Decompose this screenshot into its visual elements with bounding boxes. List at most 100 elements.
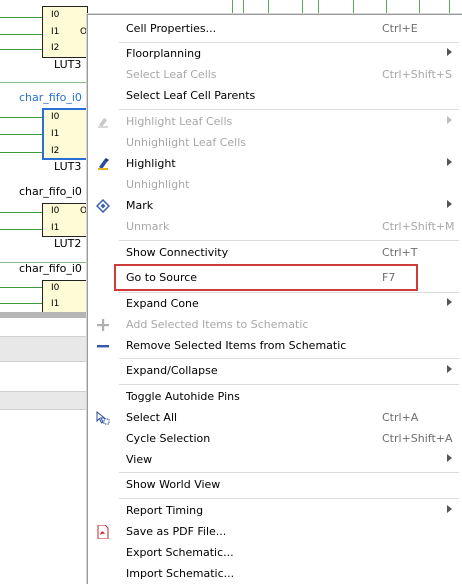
pin-label: I0 — [51, 112, 60, 122]
pin-label: I0 — [51, 206, 60, 216]
menu-item-save-as-pdf[interactable]: Save as PDF File... — [88, 521, 462, 542]
menu-separator — [119, 240, 459, 241]
net-wire[interactable] — [0, 82, 87, 83]
context-menu: Cell Properties... Ctrl+E Floorplanning … — [87, 14, 462, 584]
net-wire[interactable] — [449, 0, 450, 14]
menu-item-toggle-autohide-pins[interactable]: Toggle Autohide Pins — [88, 386, 462, 407]
menu-item-label: Export Schematic... — [126, 546, 234, 559]
net-wire[interactable] — [268, 0, 269, 14]
menu-item-label: Mark — [126, 199, 154, 212]
menu-item-label: Toggle Autohide Pins — [126, 390, 240, 403]
menu-item-mark[interactable]: Mark — [88, 195, 462, 216]
menu-item-label: Select All — [126, 411, 178, 424]
menu-item-unhighlight-leaf-cells[interactable]: Unhighlight Leaf Cells — [88, 132, 462, 153]
menu-item-shortcut: Ctrl+A — [382, 411, 419, 424]
net-wire[interactable] — [0, 49, 42, 50]
menu-item-shortcut: Ctrl+E — [382, 22, 418, 35]
menu-item-label: Highlight Leaf Cells — [126, 115, 233, 128]
lut-cell-selected[interactable] — [42, 108, 88, 160]
menu-separator — [119, 498, 459, 499]
submenu-arrow-icon — [447, 48, 452, 56]
menu-item-export-schematic[interactable]: Export Schematic... — [88, 542, 462, 563]
net-wire[interactable] — [386, 0, 387, 14]
lower-panel — [0, 318, 92, 584]
instance-name[interactable]: char_fifo_i0 — [19, 185, 82, 198]
net-wire[interactable] — [0, 17, 42, 18]
pin-label: I2 — [51, 43, 60, 53]
net-wire[interactable] — [318, 0, 319, 14]
annotation-highlight-box — [114, 264, 418, 291]
submenu-arrow-icon — [447, 200, 452, 208]
pin-label: I0 — [51, 10, 60, 20]
menu-item-import-schematic[interactable]: Import Schematic... — [88, 563, 462, 584]
minus-icon — [95, 338, 111, 353]
menu-item-unhighlight[interactable]: Unhighlight — [88, 174, 462, 195]
menu-item-shortcut: Ctrl+Shift+M — [382, 220, 455, 233]
menu-item-label: Report Timing — [126, 504, 204, 517]
net-wire[interactable] — [302, 0, 303, 14]
pin-label: I2 — [51, 146, 60, 156]
net-wire[interactable] — [353, 0, 354, 14]
menu-item-highlight[interactable]: Highlight — [88, 153, 462, 174]
menu-item-select-leaf-cell-parents[interactable]: Select Leaf Cell Parents — [88, 85, 462, 106]
menu-item-label: Unhighlight Leaf Cells — [126, 136, 246, 149]
net-wire[interactable] — [0, 229, 42, 230]
menu-item-label: Add Selected Items to Schematic — [126, 318, 309, 331]
highlighter-icon — [95, 114, 111, 129]
pdf-icon — [95, 524, 111, 539]
menu-item-shortcut: Ctrl+Shift+S — [382, 68, 452, 81]
menu-item-label: View — [126, 453, 153, 466]
menu-item-remove-selected-items[interactable]: Remove Selected Items from Schematic — [88, 335, 462, 356]
pin-label: I1 — [51, 223, 60, 233]
menu-item-cell-properties[interactable]: Cell Properties... Ctrl+E — [88, 18, 462, 39]
submenu-arrow-icon — [447, 365, 452, 373]
menu-item-show-connectivity[interactable]: Show Connectivity Ctrl+T — [88, 242, 462, 263]
net-wire[interactable] — [0, 287, 42, 288]
net-wire[interactable] — [0, 34, 42, 35]
menu-item-report-timing[interactable]: Report Timing — [88, 500, 462, 521]
menu-item-label: Save as PDF File... — [126, 525, 227, 538]
pin-label: I1 — [51, 129, 60, 139]
menu-item-label: Unhighlight — [126, 178, 190, 191]
net-wire[interactable] — [0, 134, 42, 135]
instance-name[interactable]: char_fifo_i0 — [19, 91, 82, 104]
net-wire[interactable] — [0, 117, 42, 118]
net-wire[interactable] — [243, 0, 244, 14]
menu-item-show-world-view[interactable]: Show World View — [88, 474, 462, 495]
lut-type-label: LUT3 — [54, 160, 82, 173]
menu-item-select-all[interactable]: Select All Ctrl+A — [88, 407, 462, 428]
menu-item-label: Show Connectivity — [126, 246, 229, 259]
net-wire[interactable] — [0, 212, 42, 213]
menu-item-select-leaf-cells[interactable]: Select Leaf Cells Ctrl+Shift+S — [88, 64, 462, 85]
menu-separator — [119, 358, 459, 359]
submenu-arrow-icon — [447, 158, 452, 166]
menu-item-label: Highlight — [126, 157, 176, 170]
menu-item-highlight-leaf-cells[interactable]: Highlight Leaf Cells — [88, 111, 462, 132]
menu-item-add-selected-items[interactable]: Add Selected Items to Schematic — [88, 314, 462, 335]
panel-header — [0, 336, 92, 362]
menu-item-label: Expand/Collapse — [126, 364, 218, 377]
lut-type-label: LUT3 — [54, 58, 82, 71]
menu-item-unmark[interactable]: Unmark Ctrl+Shift+M — [88, 216, 462, 237]
menu-item-expand-cone[interactable]: Expand Cone — [88, 293, 462, 314]
net-wire[interactable] — [0, 303, 42, 304]
select-all-icon — [95, 410, 111, 425]
pin-label: I1 — [51, 299, 60, 309]
menu-item-label: Cycle Selection — [126, 432, 211, 445]
menu-item-floorplanning[interactable]: Floorplanning — [88, 43, 462, 64]
menu-item-cycle-selection[interactable]: Cycle Selection Ctrl+Shift+A — [88, 428, 462, 449]
menu-item-label: Select Leaf Cells — [126, 68, 217, 81]
instance-name[interactable]: char_fifo_i0 — [19, 262, 82, 275]
net-wire[interactable] — [232, 0, 233, 14]
menu-item-label: Floorplanning — [126, 47, 202, 60]
pin-label: I0 — [51, 283, 60, 293]
net-wire[interactable] — [419, 0, 420, 14]
mark-diamond-icon — [95, 198, 111, 213]
menu-item-label: Show World View — [126, 478, 221, 491]
menu-item-expand-collapse[interactable]: Expand/Collapse — [88, 360, 462, 381]
submenu-arrow-icon — [447, 505, 452, 513]
menu-item-view[interactable]: View — [88, 449, 462, 470]
menu-item-label: Expand Cone — [126, 297, 199, 310]
menu-item-label: Remove Selected Items from Schematic — [126, 339, 347, 352]
net-wire[interactable] — [0, 152, 42, 153]
